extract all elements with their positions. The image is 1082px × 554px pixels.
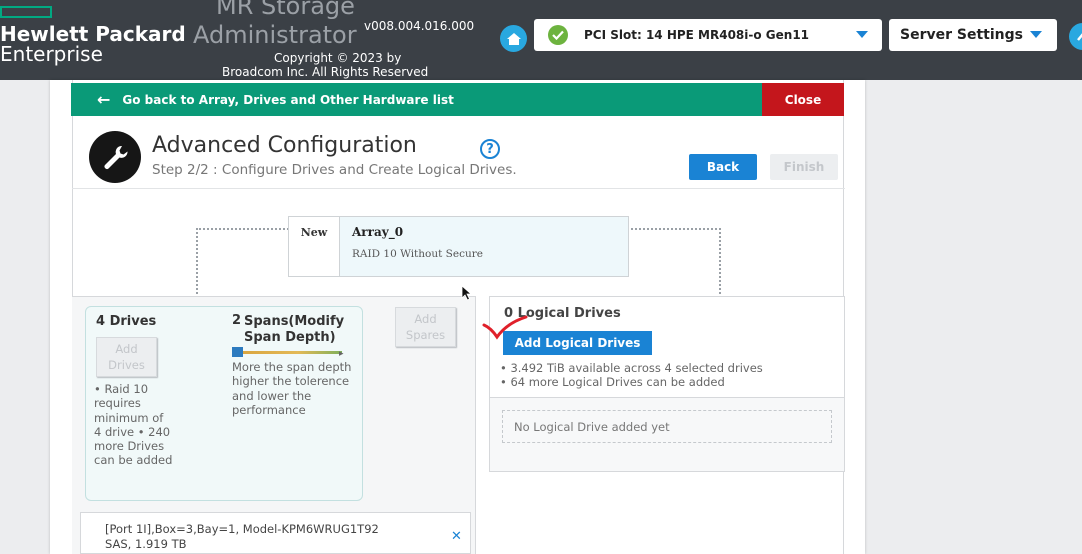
drives-note: • Raid 10 requires minimum of 4 drive • … <box>94 382 173 468</box>
array-details: Array_0 RAID 10 Without Secure <box>340 217 628 276</box>
span-depth-slider[interactable] <box>232 351 342 354</box>
server-settings-label: Server Settings <box>900 27 1023 43</box>
page-title: Advanced Configuration <box>152 133 417 158</box>
spans-note: More the span depth higher the tolerence… <box>232 360 352 417</box>
empty-logical-drives-message: No Logical Drive added yet <box>502 410 832 443</box>
app-title: MR Storage <box>216 0 355 20</box>
chevron-down-icon <box>856 31 868 38</box>
home-icon <box>506 32 521 45</box>
red-check-annotation-icon <box>482 315 528 340</box>
controller-select[interactable]: PCI Slot: 14 HPE MR408i-o Gen11 <box>534 19 882 51</box>
add-drives-button[interactable]: Add Drives <box>96 337 157 377</box>
logical-drives-remaining-note: • 64 more Logical Drives can be added <box>500 375 725 389</box>
close-button[interactable]: Close <box>762 83 844 116</box>
finish-button[interactable]: Finish <box>770 154 838 180</box>
array-raid-level: RAID 10 Without Secure <box>352 248 483 260</box>
step-subtitle: Step 2/2 : Configure Drives and Create L… <box>152 162 517 178</box>
logical-drives-capacity-note: • 3.492 TiB available across 4 selected … <box>500 361 763 375</box>
chevron-down-icon <box>1030 31 1042 38</box>
wrench-icon <box>89 131 141 183</box>
drive-row-capacity: SAS, 1.919 TB <box>105 537 187 551</box>
slider-end-arrow-icon: ▸ <box>339 349 344 359</box>
spans-title: Spans(Modify Span Depth) <box>244 314 345 345</box>
drive-row-description: [Port 1I],Box=3,Bay=1, Model-KPM6WRUG1T9… <box>105 522 379 536</box>
version-label: v008.004.016.000 <box>364 19 475 33</box>
copyright-text-line2: Broadcom Inc. All Rights Reserved <box>222 65 429 79</box>
selected-drive-row: [Port 1I],Box=3,Bay=1, Model-KPM6WRUG1T9… <box>80 512 471 554</box>
help-icon[interactable]: ? <box>480 139 500 159</box>
remove-drive-icon[interactable]: ✕ <box>451 529 462 544</box>
array-status-badge: New <box>289 217 340 276</box>
home-up-button[interactable] <box>500 25 527 52</box>
back-button[interactable]: Back <box>689 154 757 180</box>
chevron-up-icon <box>1076 32 1082 41</box>
array-name: Array_0 <box>352 225 404 239</box>
spans-count: 2 <box>232 313 242 328</box>
hpe-logo-icon <box>0 6 52 18</box>
span-depth-slider-handle[interactable] <box>232 347 243 357</box>
mouse-cursor-icon <box>461 285 473 301</box>
arrow-left-icon: ← <box>97 90 111 109</box>
divider <box>72 188 845 189</box>
app-title-line2: Administrator <box>193 21 357 49</box>
brand-name-line2: Enterprise <box>0 42 103 66</box>
server-settings-dropdown[interactable]: Server Settings <box>889 19 1057 51</box>
go-back-button[interactable]: ← Go back to Array, Drives and Other Har… <box>71 83 762 116</box>
go-back-label: Go back to Array, Drives and Other Hardw… <box>122 92 454 107</box>
controller-select-label: PCI Slot: 14 HPE MR408i-o Gen11 <box>584 28 810 42</box>
array-card[interactable]: New Array_0 RAID 10 Without Secure <box>288 216 629 277</box>
check-circle-icon <box>548 25 568 45</box>
divider <box>490 397 844 398</box>
copyright-text: Copyright © 2023 by <box>274 51 402 65</box>
drives-count-title: 4 Drives <box>96 314 157 329</box>
add-spares-button[interactable]: Add Spares <box>395 307 456 347</box>
